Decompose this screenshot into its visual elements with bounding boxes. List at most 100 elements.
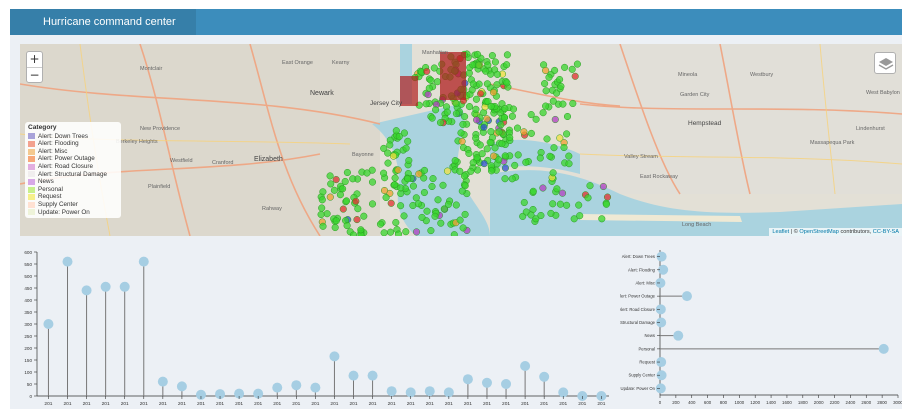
incident-marker[interactable]	[336, 191, 344, 199]
incident-marker[interactable]	[506, 133, 514, 142]
incident-marker[interactable]	[317, 210, 325, 219]
incident-marker[interactable]	[404, 137, 412, 145]
incident-marker[interactable]	[497, 121, 505, 129]
incident-marker[interactable]	[319, 222, 327, 230]
incident-marker[interactable]	[380, 169, 388, 177]
lollipop-point[interactable]	[81, 285, 92, 296]
lollipop-point[interactable]	[62, 256, 73, 267]
lollipop-point[interactable]	[272, 382, 283, 393]
incident-marker[interactable]	[571, 72, 579, 80]
incident-marker[interactable]	[559, 100, 567, 108]
incident-marker[interactable]	[488, 52, 496, 60]
incident-marker[interactable]	[563, 112, 572, 121]
incident-marker[interactable]	[514, 151, 522, 159]
lollipop-point[interactable]	[157, 376, 168, 387]
incident-marker[interactable]	[423, 207, 431, 215]
incident-marker[interactable]	[376, 220, 385, 228]
incident-marker[interactable]	[460, 172, 468, 180]
lollipop-point[interactable]	[405, 387, 416, 398]
incident-marker[interactable]	[529, 187, 537, 195]
incident-marker[interactable]	[556, 200, 564, 208]
incident-marker[interactable]	[326, 172, 334, 180]
incident-marker[interactable]	[389, 152, 398, 160]
incident-marker[interactable]	[405, 156, 413, 165]
incident-marker[interactable]	[556, 75, 564, 84]
incident-marker[interactable]	[550, 144, 558, 152]
incident-marker[interactable]	[423, 67, 431, 75]
incident-marker[interactable]	[343, 222, 351, 230]
incident-marker[interactable]	[468, 86, 476, 94]
lollipop-point[interactable]	[558, 387, 569, 398]
incident-marker[interactable]	[520, 128, 528, 136]
incident-marker[interactable]	[415, 170, 423, 178]
incident-marker[interactable]	[573, 60, 581, 68]
incident-marker[interactable]	[332, 217, 340, 225]
incident-marker[interactable]	[465, 149, 473, 157]
incident-marker[interactable]	[551, 115, 559, 124]
incident-marker[interactable]	[527, 129, 535, 137]
incident-marker[interactable]	[380, 229, 388, 237]
incident-marker[interactable]	[452, 99, 460, 108]
incident-marker[interactable]	[556, 134, 564, 142]
lollipop-point[interactable]	[520, 361, 531, 371]
incident-marker[interactable]	[443, 167, 452, 175]
incident-marker[interactable]	[342, 197, 351, 205]
incident-marker[interactable]	[354, 205, 362, 213]
incident-marker[interactable]	[480, 123, 488, 131]
incident-marker[interactable]	[545, 73, 553, 81]
incident-marker[interactable]	[487, 167, 496, 175]
incident-marker[interactable]	[427, 227, 435, 235]
incident-marker[interactable]	[503, 61, 511, 69]
incident-marker[interactable]	[339, 185, 347, 193]
lollipop-point[interactable]	[119, 281, 130, 292]
incident-marker[interactable]	[549, 97, 557, 105]
lollipop-point[interactable]	[673, 330, 684, 341]
incident-marker[interactable]	[391, 181, 399, 189]
lollipop-point[interactable]	[681, 291, 692, 302]
incident-marker[interactable]	[563, 130, 571, 138]
incident-marker[interactable]	[489, 88, 498, 96]
incident-marker[interactable]	[501, 164, 509, 172]
incident-marker[interactable]	[394, 166, 402, 174]
incident-marker[interactable]	[553, 185, 561, 193]
osm-link[interactable]: OpenStreetMap	[799, 229, 839, 235]
incident-marker[interactable]	[598, 215, 606, 223]
incident-marker[interactable]	[327, 180, 335, 188]
incident-marker[interactable]	[352, 197, 360, 205]
incident-marker[interactable]	[461, 113, 469, 121]
incident-marker[interactable]	[549, 200, 557, 208]
lollipop-point[interactable]	[176, 381, 187, 392]
incident-marker[interactable]	[458, 137, 466, 145]
incident-marker[interactable]	[428, 182, 436, 191]
lollipop-point[interactable]	[501, 379, 512, 389]
incident-marker[interactable]	[603, 193, 612, 201]
incident-marker[interactable]	[484, 61, 492, 69]
incident-marker[interactable]	[443, 108, 451, 116]
incident-marker[interactable]	[483, 145, 491, 153]
incident-marker[interactable]	[501, 105, 509, 113]
lollipop-point[interactable]	[655, 277, 666, 288]
incident-marker[interactable]	[331, 223, 339, 232]
incident-marker[interactable]	[431, 212, 439, 220]
incident-marker[interactable]	[541, 80, 549, 88]
zoom-out-button[interactable]: −	[27, 67, 42, 82]
incident-marker[interactable]	[368, 178, 377, 186]
incident-marker[interactable]	[546, 152, 554, 160]
incident-marker[interactable]	[412, 228, 421, 236]
incident-marker[interactable]	[457, 129, 465, 137]
incident-marker[interactable]	[542, 102, 550, 110]
incident-marker[interactable]	[404, 175, 412, 183]
incident-marker[interactable]	[332, 176, 340, 184]
lollipop-point[interactable]	[443, 387, 454, 398]
lollipop-point[interactable]	[539, 371, 550, 382]
incident-marker[interactable]	[503, 51, 511, 59]
incident-marker[interactable]	[459, 120, 467, 128]
incident-marker[interactable]	[429, 175, 437, 183]
incident-marker[interactable]	[576, 212, 584, 220]
incident-map[interactable]: Montclair East Orange Kearny Newark Jers…	[20, 44, 902, 236]
lollipop-point[interactable]	[367, 370, 378, 381]
incident-marker[interactable]	[391, 174, 399, 182]
incident-marker[interactable]	[476, 141, 484, 149]
incident-marker[interactable]	[560, 143, 568, 152]
incident-marker[interactable]	[473, 116, 481, 124]
